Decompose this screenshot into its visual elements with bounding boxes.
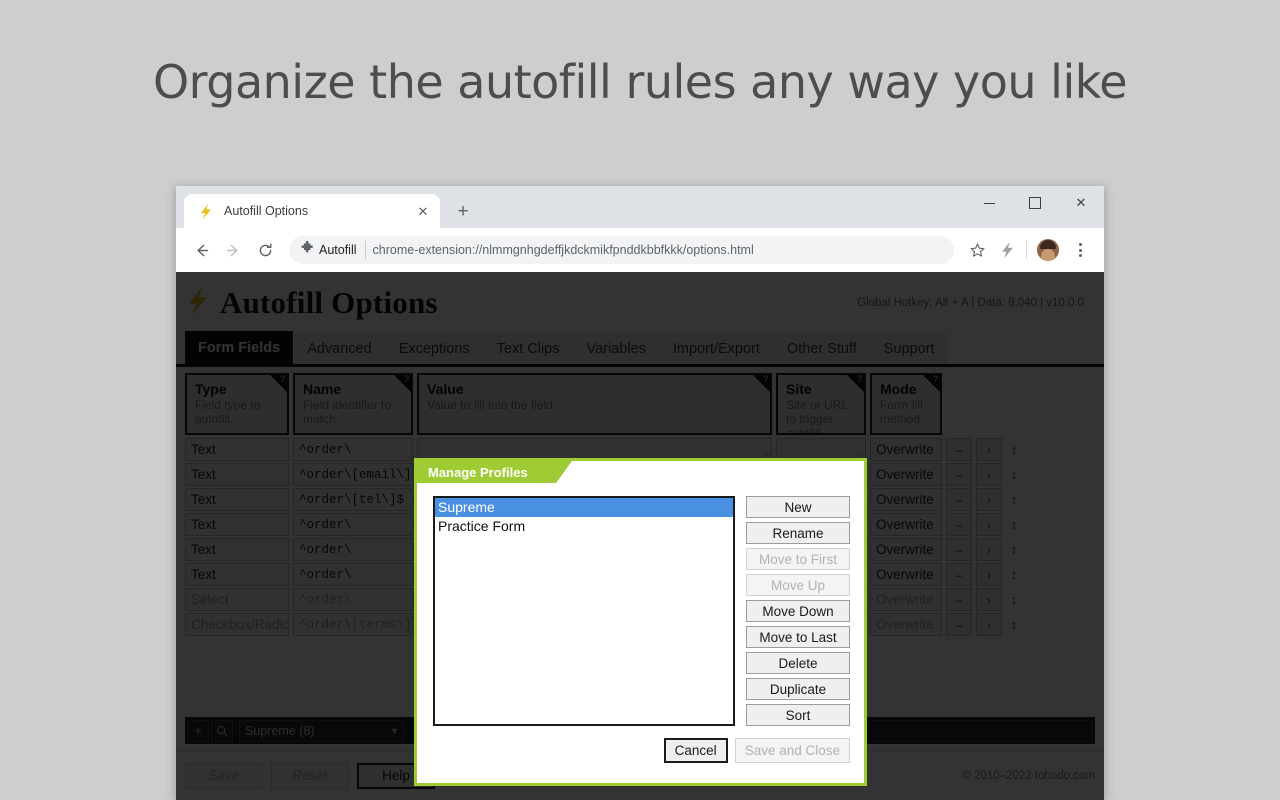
browser-tab[interactable]: Autofill Options ✕ [184,194,440,228]
address-bar[interactable]: Autofill chrome-extension://nlmmgnhgdeff… [289,236,954,264]
dialog-title: Manage Profiles [417,461,572,483]
rename-button[interactable]: Rename [746,522,850,544]
browser-toolbar: Autofill chrome-extension://nlmmgnhgdeff… [176,228,1104,272]
address-bar-url: chrome-extension://nlmmgnhgdeffjkdckmikf… [372,243,754,257]
browser-tab-title: Autofill Options [224,204,309,218]
omnibox-extension-badge: Autofill [301,240,366,259]
manage-profiles-dialog: Manage Profiles Supreme Practice Form New… [414,458,867,786]
minimize-icon[interactable] [966,186,1012,220]
page-title: Organize the autofill rules any way you … [152,55,1128,109]
duplicate-button[interactable]: Duplicate [746,678,850,700]
avatar[interactable] [1037,239,1059,261]
delete-button[interactable]: Delete [746,652,850,674]
list-item[interactable]: Practice Form [435,517,733,536]
move-to-first-button[interactable]: Move to First [746,548,850,570]
dialog-button-column: New Rename Move to First Move Up Move Down Mo… [746,496,850,726]
browser-tab-strip: Autofill Options ✕ + ✕ [176,186,1104,228]
reload-icon[interactable] [250,235,280,265]
lightning-bolt-icon[interactable] [993,236,1021,264]
browser-window: Autofill Options ✕ + ✕ Autofill chrome-e… [176,186,1104,800]
list-item[interactable]: Supreme [435,498,733,517]
sort-button[interactable]: Sort [746,704,850,726]
dialog-footer: Cancel Save and Close [417,726,864,783]
save-and-close-button[interactable]: Save and Close [734,738,850,763]
arrow-forward-icon[interactable] [218,235,248,265]
cancel-button[interactable]: Cancel [663,738,728,763]
new-button[interactable]: New [746,496,850,518]
move-up-button[interactable]: Move Up [746,574,850,596]
toolbar-divider [1026,241,1027,259]
omnibox-extension-label: Autofill [319,243,357,257]
lightning-bolt-icon [198,203,214,219]
close-icon[interactable]: ✕ [414,202,432,220]
star-icon[interactable] [963,236,991,264]
extension-options-page: Autofill Options Global Hotkey: Alt + A … [176,272,1104,800]
extension-puzzle-icon [301,240,314,259]
window-controls: ✕ [966,186,1104,220]
move-down-button[interactable]: Move Down [746,600,850,622]
maximize-icon[interactable] [1012,186,1058,220]
arrow-back-icon[interactable] [186,235,216,265]
dialog-body: Supreme Practice Form New Rename Move to Fi… [417,483,864,726]
dialog-titlebar: Manage Profiles [417,461,864,483]
move-to-last-button[interactable]: Move to Last [746,626,850,648]
profile-listbox[interactable]: Supreme Practice Form [433,496,735,726]
close-icon[interactable]: ✕ [1058,186,1104,220]
new-tab-button[interactable]: + [449,197,477,225]
three-dots-icon[interactable] [1066,236,1094,264]
